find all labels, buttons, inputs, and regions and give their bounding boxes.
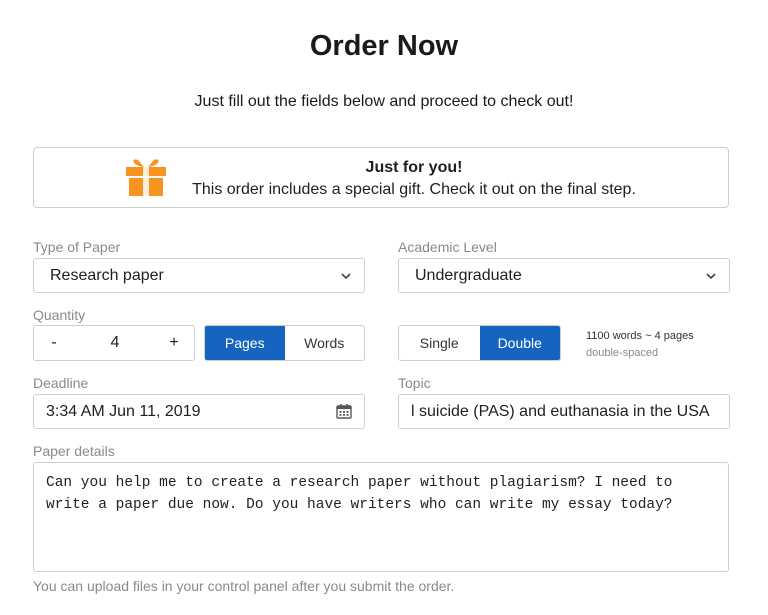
- upload-note: You can upload files in your control pan…: [33, 578, 455, 594]
- paper-details-textarea[interactable]: Can you help me to create a research pap…: [33, 462, 729, 572]
- unit-pages-option[interactable]: Pages: [205, 326, 285, 360]
- quantity-value[interactable]: 4: [74, 326, 156, 360]
- quantity-increment-button[interactable]: +: [156, 326, 192, 360]
- quantity-label: Quantity: [33, 307, 86, 323]
- chevron-down-icon: [706, 273, 716, 280]
- topic-label: Topic: [398, 375, 431, 391]
- spacing-single-option[interactable]: Single: [399, 326, 480, 360]
- quantity-decrement-button[interactable]: -: [36, 326, 72, 360]
- spacing-toggle: Single Double: [398, 325, 561, 361]
- paper-details-label: Paper details: [33, 443, 115, 459]
- gift-heading: Just for you!: [365, 159, 463, 176]
- topic-value: l suicide (PAS) and euthanasia in the US…: [411, 403, 710, 420]
- gift-icon: [126, 159, 166, 196]
- academic-level-label: Academic Level: [398, 239, 497, 255]
- deadline-label: Deadline: [33, 375, 89, 391]
- type-of-paper-value: Research paper: [50, 267, 164, 284]
- unit-words-option[interactable]: Words: [285, 326, 365, 360]
- quantity-stepper: - 4 +: [33, 325, 195, 361]
- chevron-down-icon: [341, 273, 351, 280]
- academic-level-select[interactable]: Undergraduate: [398, 258, 730, 293]
- spacing-info-note: double-spaced: [586, 347, 659, 359]
- type-of-paper-label: Type of Paper: [33, 239, 121, 255]
- page-title: Order Now: [309, 30, 459, 62]
- academic-level-value: Undergraduate: [415, 267, 522, 284]
- spacing-info: 1100 words ~ 4 pages double-spaced: [586, 328, 694, 362]
- word-count-info: 1100 words ~ 4 pages: [586, 330, 694, 342]
- calendar-icon[interactable]: [336, 403, 352, 419]
- gift-description: This order includes a special gift. Chec…: [192, 181, 636, 198]
- deadline-value: 3:34 AM Jun 11, 2019: [46, 403, 201, 420]
- quantity-unit-toggle: Pages Words: [204, 325, 365, 361]
- type-of-paper-select[interactable]: Research paper: [33, 258, 365, 293]
- topic-field[interactable]: l suicide (PAS) and euthanasia in the US…: [398, 394, 730, 429]
- deadline-field[interactable]: 3:34 AM Jun 11, 2019: [33, 394, 365, 429]
- page-subtitle: Just fill out the fields below and proce…: [194, 93, 574, 110]
- spacing-double-option[interactable]: Double: [479, 326, 560, 360]
- gift-banner: Just for you! This order includes a spec…: [33, 147, 729, 208]
